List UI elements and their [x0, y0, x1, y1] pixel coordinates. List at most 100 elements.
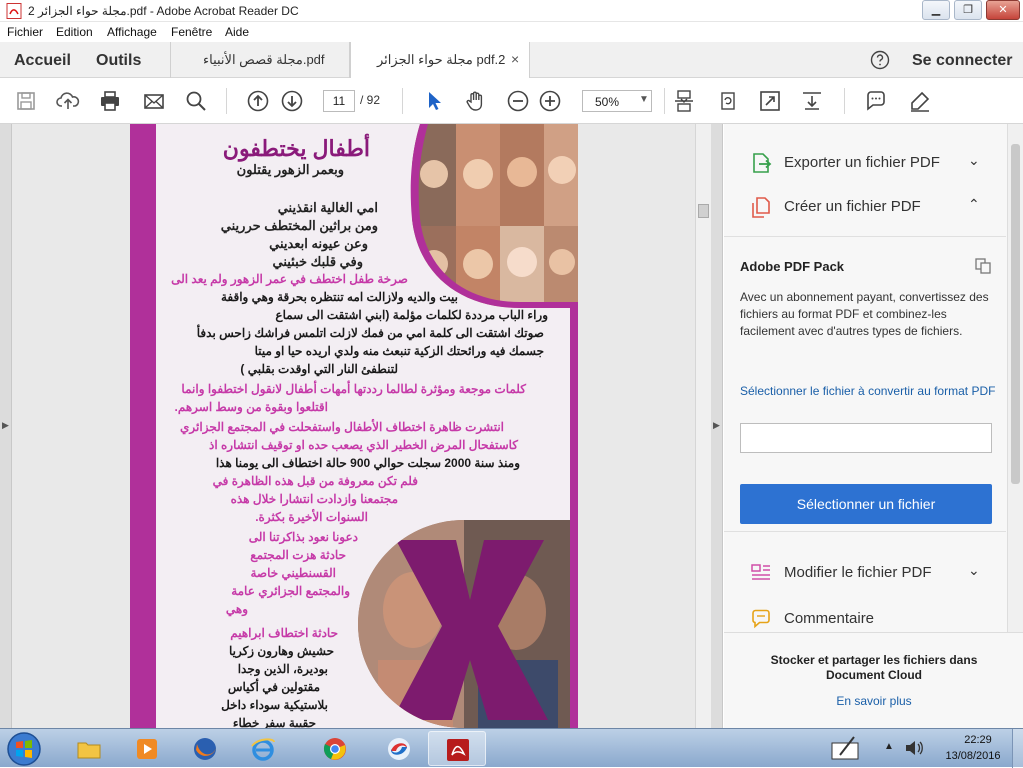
search-icon[interactable]: [184, 89, 208, 113]
file-path-input[interactable]: [740, 423, 992, 453]
select-file-button[interactable]: Sélectionner un fichier: [740, 484, 992, 524]
print-icon[interactable]: [98, 89, 122, 113]
create-pdf-row[interactable]: Créer un fichier PDF ⌃: [724, 184, 1006, 228]
comment-icon[interactable]: [864, 89, 888, 113]
toolbar-separator: [664, 88, 665, 114]
hand-tool-icon[interactable]: [464, 89, 488, 113]
internet-explorer-icon: [251, 738, 275, 761]
minimize-button[interactable]: ▁: [922, 0, 950, 20]
start-button-icon[interactable]: [4, 731, 44, 767]
close-window-button[interactable]: ✕: [986, 0, 1020, 20]
article-text-line: وهي: [225, 602, 248, 616]
menu-fenetre[interactable]: Fenêtre: [171, 25, 212, 39]
help-icon[interactable]: [870, 50, 890, 70]
zoom-in-icon[interactable]: [538, 89, 562, 113]
nav-outils[interactable]: Outils: [96, 52, 141, 70]
zoom-level-select[interactable]: 50% ▼: [582, 90, 652, 112]
article-text-line: كلمات موجعة ومؤثرة لطالما رددتها أمهات أ…: [181, 382, 526, 396]
document-cloud-text: Stocker et partager les fichiers dans Do…: [770, 653, 978, 682]
toolbar-separator: [844, 88, 845, 114]
page-scroll-icon[interactable]: [672, 89, 696, 113]
upload-cloud-icon[interactable]: [56, 89, 80, 113]
taskbar-acrobat-reader[interactable]: [428, 731, 486, 766]
menu-edition[interactable]: Edition: [56, 25, 93, 39]
fullscreen-icon[interactable]: [758, 89, 782, 113]
select-cursor-icon[interactable]: [422, 89, 446, 113]
pdf-pack-description: Avec un abonnement payant, convertissez …: [740, 290, 989, 338]
document-tab-2[interactable]: مجلة حواء الجزائر pdf.2 ×: [350, 42, 530, 79]
zoom-out-icon[interactable]: [506, 89, 530, 113]
page-number-input[interactable]: 11: [323, 90, 355, 112]
document-tab-1[interactable]: مجلة قصص الأنبياء.pdf: [170, 42, 350, 78]
nav-accueil[interactable]: Accueil: [14, 52, 71, 70]
copy-files-icon[interactable]: [974, 257, 992, 275]
article-text-line: جسمك فيه ورائحتك الزكية تنبعث منه ولدي ا…: [254, 344, 544, 358]
article-text-line: ومنذ سنة 2000 سجلت حوالي 900 حالة اختطاف…: [215, 456, 520, 470]
document-tab-label: مجلة قصص الأنبياء.pdf: [203, 52, 325, 67]
document-scrollbar[interactable]: [695, 124, 711, 728]
article-text-line: السنوات الأخيرة بكثرة.: [255, 510, 368, 524]
article-title: أطفال يختطفون: [222, 136, 370, 161]
document-scrollbar-thumb[interactable]: [698, 204, 709, 218]
menu-fichier[interactable]: Fichier: [7, 25, 43, 39]
left-pane-toggle[interactable]: ▶: [0, 124, 12, 728]
select-file-to-convert-link[interactable]: Sélectionner le fichier à convertir au f…: [740, 383, 1000, 400]
windows-taskbar: ▲ 22:29 13/08/2016: [0, 728, 1023, 768]
modify-pdf-row[interactable]: Modifier le fichier PDF ⌄: [724, 550, 1006, 594]
save-icon[interactable]: [14, 89, 38, 113]
taskbar-chrome[interactable]: [306, 731, 364, 766]
victims-photo-image: [358, 520, 570, 728]
learn-more-link[interactable]: En savoir plus: [744, 694, 1004, 708]
article-text-line: حادثة اختطاف ابراهيم: [230, 626, 338, 640]
right-pane-toggle[interactable]: ▶: [711, 124, 723, 728]
maximize-button[interactable]: ❐: [954, 0, 982, 20]
sign-in-link[interactable]: Se connecter: [912, 52, 1012, 70]
pdf-pack-section: Adobe PDF Pack Avec un abonnement payant…: [724, 236, 1006, 532]
action-center-icon[interactable]: [830, 735, 860, 761]
article-text-line: بلاستيكية سوداء داخل: [221, 698, 328, 712]
poem-line: امي الغالية انقذيني: [277, 200, 378, 215]
article-text-line: صرخة طفل اختطف في عمر الزهور ولم يعد الى: [171, 272, 408, 286]
article-text-line: انتشرت ظاهرة اختطاف الأطفال واستفحلت في …: [180, 420, 504, 434]
export-pdf-row[interactable]: Exporter un fichier PDF ⌄: [724, 140, 1006, 184]
panel-scrollbar-thumb[interactable]: [1011, 144, 1020, 484]
modify-pdf-label: Modifier le fichier PDF: [784, 564, 932, 581]
panel-scrollbar[interactable]: [1007, 124, 1023, 632]
taskbar-app[interactable]: [370, 731, 428, 766]
clock-time[interactable]: 22:29: [948, 734, 1008, 746]
children-photo-collage: [400, 124, 578, 308]
poem-line: وفي قلبك خبئيني: [272, 254, 363, 269]
volume-icon[interactable]: [904, 739, 924, 757]
toolbar-separator: [402, 88, 403, 114]
next-page-icon[interactable]: [280, 89, 304, 113]
show-hidden-icons-icon[interactable]: ▲: [884, 741, 894, 752]
article-text-line: حادثة هزت المجتمع: [250, 548, 346, 562]
show-desktop-button[interactable]: [1012, 729, 1023, 768]
folder-icon: [77, 742, 101, 759]
highlight-pen-icon[interactable]: [908, 89, 932, 113]
chevron-down-icon: ⌄: [968, 152, 980, 168]
article-text-line: حشيش وهارون زكريا: [228, 644, 334, 658]
rotate-page-icon[interactable]: [716, 89, 740, 113]
acrobat-app-icon: [6, 3, 22, 19]
modify-pdf-icon: [751, 564, 770, 580]
article-text-line: كاستفحال المرض الخطير الذي يصعب حده او ت…: [209, 438, 518, 452]
victims-photo: [358, 520, 570, 728]
taskbar-explorer[interactable]: [60, 731, 118, 766]
clock-date[interactable]: 13/08/2016: [938, 750, 1008, 762]
create-pdf-label: Créer un fichier PDF: [784, 198, 921, 215]
close-tab-icon[interactable]: ×: [511, 51, 519, 67]
download-icon[interactable]: [800, 89, 824, 113]
taskbar-firefox[interactable]: [176, 731, 234, 766]
taskbar-media-player[interactable]: [118, 731, 176, 766]
poem-line: ومن براثين المختطف حرريني: [220, 218, 378, 233]
page-total: / 92: [360, 93, 381, 107]
zoom-level-value: 50%: [595, 95, 620, 109]
tab-bar: Accueil Outils مجلة قصص الأنبياء.pdf مجل…: [0, 42, 1023, 79]
menu-affichage[interactable]: Affichage: [107, 25, 157, 39]
menu-aide[interactable]: Aide: [225, 25, 249, 39]
email-icon[interactable]: [142, 89, 166, 113]
previous-page-icon[interactable]: [246, 89, 270, 113]
article-subtitle: وبعمر الزهور يقتلون: [236, 162, 344, 177]
taskbar-internet-explorer[interactable]: [234, 731, 292, 766]
